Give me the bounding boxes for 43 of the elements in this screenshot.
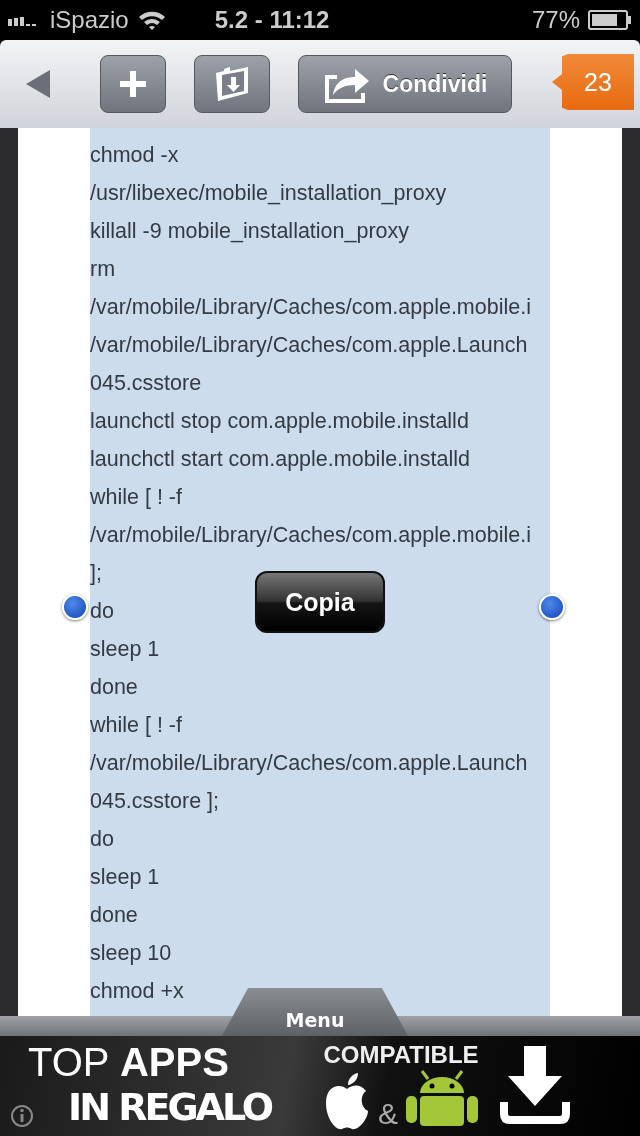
- code-line: /var/mobile/Library/Caches/com.apple.mobile.i: [90, 294, 531, 321]
- code-line: done: [90, 674, 138, 701]
- code-line: /var/mobile/Library/Caches/com.apple.Launch: [90, 332, 528, 359]
- add-button[interactable]: [100, 55, 166, 113]
- ad-headline: TOP APPS: [28, 1041, 230, 1083]
- copy-callout[interactable]: Copia: [255, 571, 385, 633]
- code-line: while [ ! -f: [90, 712, 182, 739]
- code-line: sleep 1: [90, 864, 160, 891]
- download-icon: [500, 1046, 570, 1126]
- count-badge[interactable]: 23: [552, 54, 634, 110]
- back-arrow-icon: [26, 70, 50, 98]
- plus-icon: [120, 71, 146, 97]
- ad-ampersand: &: [378, 1097, 398, 1131]
- code-line: 045.csstore: [90, 370, 202, 397]
- code-line: launchctl stop com.apple.mobile.installd: [90, 408, 469, 435]
- code-line: rm: [90, 256, 116, 283]
- code-line: /var/mobile/Library/Caches/com.apple.Launch: [90, 750, 528, 777]
- selection-handle[interactable]: [62, 594, 88, 620]
- carrier-name: iSpazio: [50, 6, 129, 34]
- status-time: 5.2 - 11:12: [214, 6, 331, 34]
- battery-percent: 77%: [531, 6, 580, 34]
- code-line: killall -9 mobile_installation_proxy: [90, 218, 410, 245]
- code-line: do: [90, 826, 114, 853]
- code-line: launchctl start com.apple.mobile.installd: [90, 446, 471, 473]
- battery-icon: [588, 10, 632, 30]
- selection-handle[interactable]: [539, 594, 565, 620]
- code-line: /usr/libexec/mobile_installation_proxy: [90, 180, 447, 207]
- ad-subline: IN REGALO: [68, 1084, 272, 1131]
- code-line: /var/mobile/Library/Caches/com.apple.mobile.i: [90, 522, 531, 549]
- folder-download-icon: [214, 67, 250, 101]
- info-icon[interactable]: [10, 1104, 34, 1128]
- code-line: done: [90, 902, 138, 929]
- code-line: while [ ! -f: [90, 484, 182, 511]
- ad-compat-text: COMPATIBLE: [323, 1041, 479, 1069]
- code-line: sleep 1: [90, 636, 160, 663]
- share-button[interactable]: Condividi: [298, 55, 512, 113]
- code-line: 045.csstore ];: [90, 788, 220, 815]
- code-line: ];: [90, 560, 102, 587]
- code-line: chmod +x: [90, 978, 184, 1005]
- code-line: chmod -x: [90, 142, 179, 169]
- code-line: sleep 10: [90, 940, 172, 967]
- folder-button[interactable]: [194, 55, 270, 113]
- code-line: do: [90, 598, 114, 625]
